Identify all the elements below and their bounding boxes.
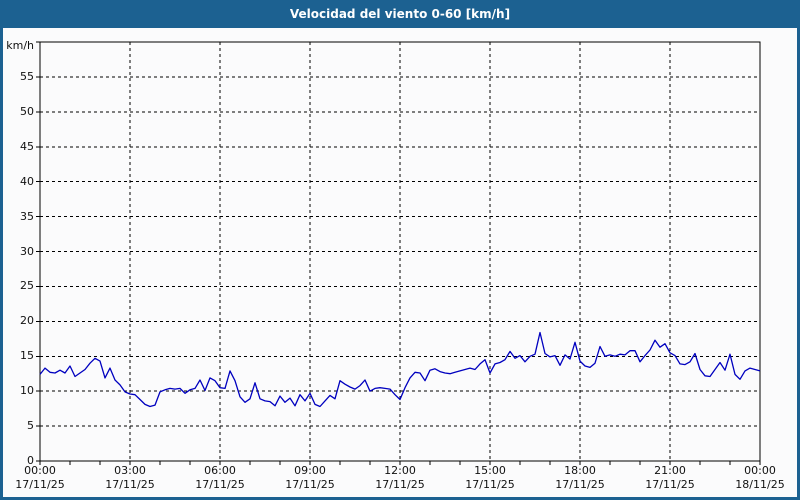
x-axis-date: 17/11/25 [555,478,605,491]
x-axis-label: 00:00 18/11/25 [728,464,792,492]
y-axis-label: 45 [20,139,34,153]
y-axis-label: 20 [20,314,34,328]
x-axis-date: 17/11/25 [645,478,695,491]
x-axis-date: 17/11/25 [195,478,245,491]
x-axis-time: 03:00 [114,464,146,477]
x-axis-date: 18/11/25 [735,478,785,491]
y-axis-label: 50 [20,104,34,118]
wind-speed-chart [36,41,761,465]
x-axis-date: 17/11/25 [285,478,335,491]
x-axis-date: 17/11/25 [375,478,425,491]
x-axis-time: 12:00 [384,464,416,477]
x-axis-label: 12:00 17/11/25 [368,464,432,492]
x-axis-time: 09:00 [294,464,326,477]
x-axis-time: 21:00 [654,464,686,477]
y-axis-label: 10 [20,384,34,398]
x-axis-label: 06:00 17/11/25 [188,464,252,492]
y-axis-label: 40 [20,174,34,188]
x-axis-date: 17/11/25 [465,478,515,491]
y-axis-label: 25 [20,279,34,293]
x-axis-label: 21:00 17/11/25 [638,464,702,492]
x-axis-time: 06:00 [204,464,236,477]
y-axis-label: 15 [20,349,34,363]
y-axis-label: 55 [20,69,34,83]
x-axis-label: 09:00 17/11/25 [278,464,342,492]
x-axis-time: 00:00 [24,464,56,477]
x-axis-time: 00:00 [744,464,776,477]
x-axis-time: 18:00 [564,464,596,477]
x-axis-label: 00:00 17/11/25 [8,464,72,492]
app-window: Velocidad del viento 0-60 [km/h] km/h 05… [0,0,800,500]
y-axis-label: 35 [20,209,34,223]
y-axis-label: 30 [20,244,34,258]
x-axis-label: 03:00 17/11/25 [98,464,162,492]
x-axis-label: 18:00 17/11/25 [548,464,612,492]
y-axis-unit-label: km/h [6,39,34,52]
y-axis-label: 5 [27,419,34,433]
x-axis-date: 17/11/25 [105,478,155,491]
x-axis-time: 15:00 [474,464,506,477]
x-axis-date: 17/11/25 [15,478,65,491]
x-axis-label: 15:00 17/11/25 [458,464,522,492]
